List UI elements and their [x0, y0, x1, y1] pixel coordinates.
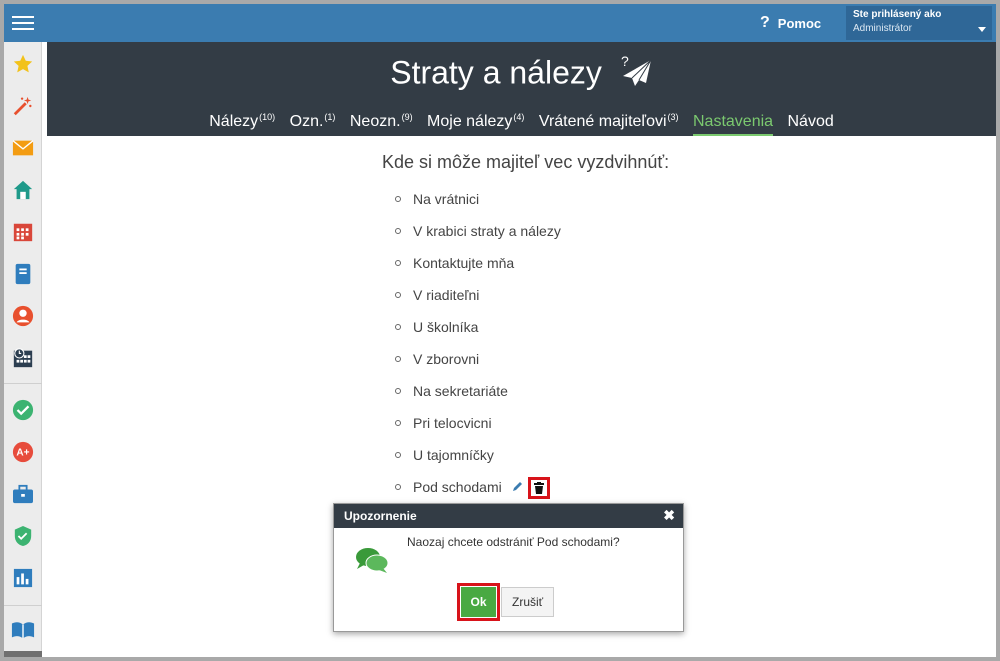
menu-icon[interactable]: [12, 12, 34, 32]
sidebar: A+: [4, 42, 42, 657]
section-heading: Kde si môže majiteľ vec vyzdvihnúť:: [382, 152, 670, 172]
page-title: Straty a nálezy: [390, 54, 602, 91]
ok-button[interactable]: Ok: [461, 587, 496, 617]
sidebar-divider: [4, 383, 42, 384]
user-label: Ste prihlásený ako: [853, 9, 942, 20]
tab-vratene[interactable]: Vrátené majiteľovi(3): [539, 112, 679, 134]
tab-nalezy[interactable]: Nálezy(10): [209, 112, 275, 134]
pencil-icon[interactable]: [512, 475, 524, 501]
list-item: Na sekretariáte: [395, 378, 561, 410]
user-menu[interactable]: Ste prihlásený ako Administrátor: [846, 6, 992, 40]
mail-icon[interactable]: [11, 136, 35, 160]
dialog-header: Upozornenie ✖: [334, 504, 683, 528]
magic-wand-icon[interactable]: [11, 94, 35, 118]
svg-text:?: ?: [621, 54, 629, 69]
list-item: V zborovni: [395, 346, 561, 378]
list-item: U tajomníčky: [395, 442, 561, 474]
briefcase-icon[interactable]: [11, 482, 35, 506]
help-link[interactable]: ? Pomoc: [760, 4, 821, 42]
list-item-label: Pod schodami: [413, 479, 502, 495]
page-header: Straty a nálezy ? Nálezy(10) Ozn.(1) Neo…: [47, 42, 996, 136]
help-label: Pomoc: [777, 15, 822, 31]
trash-icon: [533, 482, 544, 495]
list-item: U školníka: [395, 314, 561, 346]
home-icon[interactable]: [11, 178, 35, 202]
dialog-message: Naozaj chcete odstrániť Pod schodami?: [407, 535, 620, 549]
tab-oznacene[interactable]: Ozn.(1): [290, 112, 336, 134]
svg-text:A+: A+: [16, 448, 29, 459]
list-item: Pod schodami: [395, 474, 561, 506]
page-title-wrap: Straty a nálezy ?: [47, 53, 996, 96]
close-icon[interactable]: ✖: [663, 507, 675, 524]
question-icon: ?: [760, 14, 770, 31]
delete-button[interactable]: [527, 477, 550, 500]
check-icon[interactable]: [11, 398, 35, 422]
chevron-down-icon: [978, 27, 986, 32]
list-item: V riaditeľni: [395, 282, 561, 314]
tab-nastavenia[interactable]: Nastavenia: [693, 113, 774, 136]
tab-moje-nalezy[interactable]: Moje nálezy(4): [427, 112, 524, 134]
user-icon[interactable]: [11, 304, 35, 328]
grade-icon[interactable]: A+: [11, 440, 35, 464]
schedule-icon[interactable]: [11, 346, 35, 370]
chart-icon[interactable]: [11, 566, 35, 590]
list-item: Pri telocvicni: [395, 410, 561, 442]
chat-bubbles-icon: [355, 546, 389, 579]
shield-icon[interactable]: [11, 524, 35, 548]
dialog-title: Upozornenie: [344, 509, 417, 523]
paper-plane-icon: ?: [619, 53, 653, 96]
user-role: Administrátor: [853, 23, 912, 34]
cancel-button[interactable]: Zrušiť: [501, 587, 555, 617]
confirm-dialog: Upozornenie ✖ Naozaj chcete odstrániť Po…: [333, 503, 684, 632]
app-frame: ? Pomoc Ste prihlásený ako Administrátor: [4, 4, 996, 657]
tab-bar: Nálezy(10) Ozn.(1) Neozn.(9) Moje nálezy…: [47, 112, 996, 136]
book-icon[interactable]: [11, 618, 35, 642]
list-item: Kontaktujte mňa: [395, 250, 561, 282]
pickup-place-list: Na vrátnici V krabici straty a nálezy Ko…: [395, 186, 561, 506]
sidebar-divider: [4, 605, 42, 606]
ok-button-highlight: Ok: [457, 583, 500, 621]
list-item: Na vrátnici: [395, 186, 561, 218]
calendar-icon[interactable]: [11, 220, 35, 244]
sidebar-footer: [4, 651, 42, 657]
tab-neoznacene[interactable]: Neozn.(9): [350, 112, 413, 134]
notebook-icon[interactable]: [11, 262, 35, 286]
dialog-buttons: Ok Zrušiť: [457, 583, 555, 621]
top-bar: ? Pomoc Ste prihlásený ako Administrátor: [4, 4, 996, 42]
tab-navod[interactable]: Návod: [788, 113, 834, 134]
star-icon[interactable]: [11, 52, 35, 76]
row-actions: [512, 475, 550, 501]
list-item: V krabici straty a nálezy: [395, 218, 561, 250]
